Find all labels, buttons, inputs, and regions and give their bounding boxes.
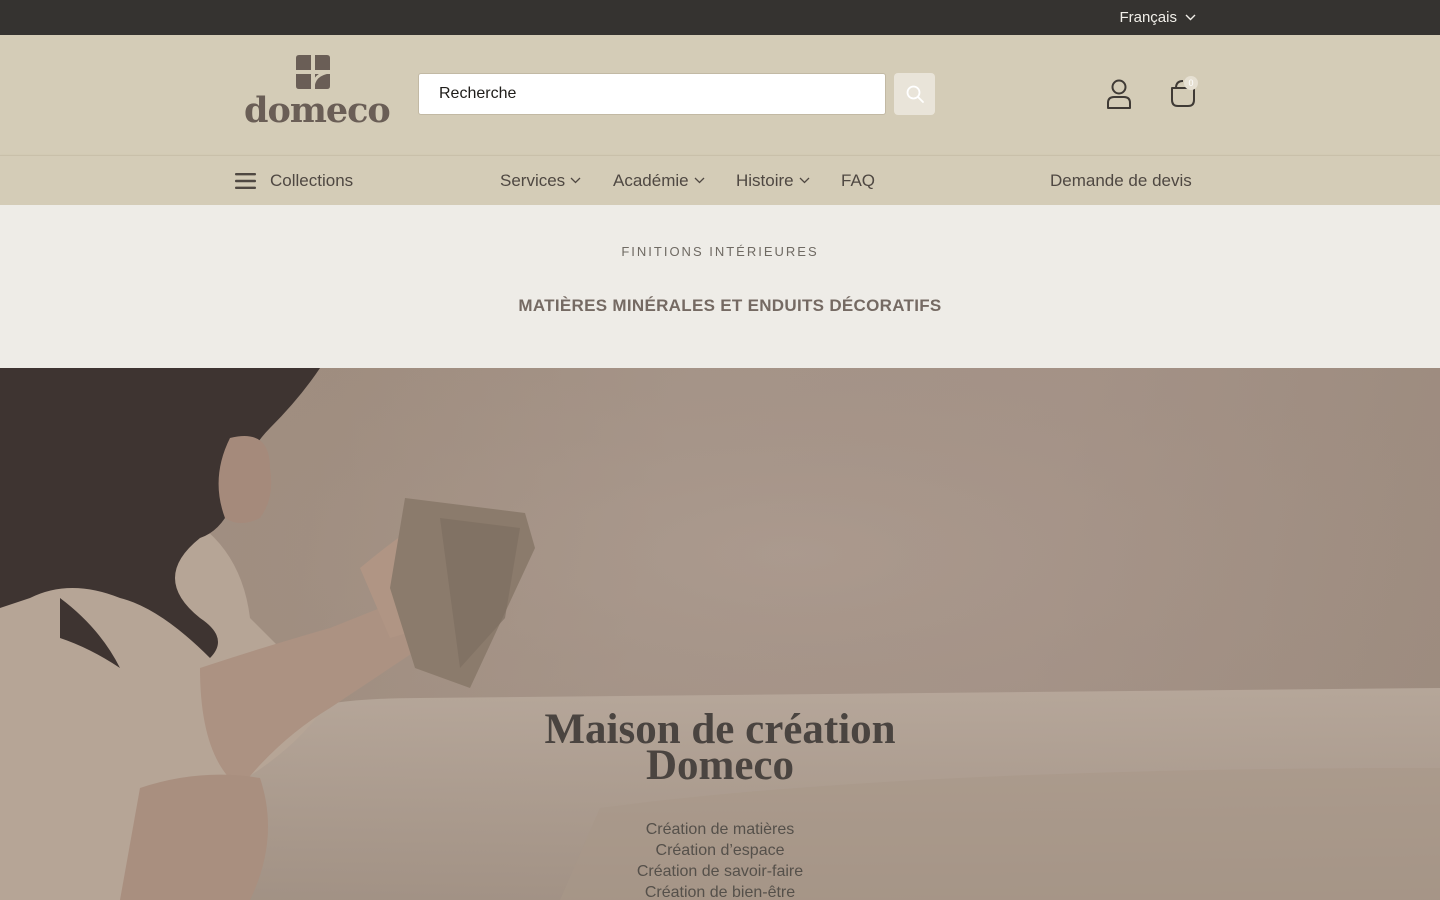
logo-mark-icon — [296, 55, 330, 89]
account-button[interactable] — [1103, 77, 1135, 111]
academie-label: Académie — [613, 170, 689, 190]
search-input[interactable] — [418, 73, 886, 115]
nav-item-histoire[interactable]: Histoire — [736, 156, 810, 205]
chevron-down-icon — [1185, 14, 1196, 21]
cart-count-badge: 0 — [1184, 76, 1198, 90]
chevron-down-icon — [570, 177, 581, 184]
nav-item-services[interactable]: Services — [500, 156, 581, 205]
hero-line: Création de bien-être — [644, 884, 796, 900]
user-icon — [1107, 79, 1131, 109]
hero-title-line: Domeco — [645, 742, 795, 789]
search-icon — [906, 85, 924, 103]
collections-menu-button[interactable]: Collections — [235, 156, 353, 205]
eyebrow-text: FINITIONS INTÉRIEURES — [621, 244, 819, 259]
chevron-down-icon — [799, 177, 810, 184]
hero-line: Création d’espace — [655, 842, 785, 859]
hero-line: Création de matières — [645, 821, 795, 838]
main-navigation: Collections Services Académie Histoire F… — [0, 155, 1440, 205]
histoire-label: Histoire — [736, 170, 794, 190]
language-label: Français — [1119, 9, 1177, 26]
search-button[interactable] — [894, 73, 935, 115]
logo[interactable]: domeco — [244, 54, 391, 134]
language-selector[interactable]: Français — [1119, 0, 1196, 35]
tagline-section: FINITIONS INTÉRIEURES MATIÈRES MINÉRALES… — [0, 205, 1440, 368]
hero-lines: Création de matières Création d’espace C… — [0, 819, 1440, 900]
subheading: MATIÈRES MINÉRALES ET ENDUITS DÉCORATIFS — [518, 296, 942, 315]
collections-label: Collections — [270, 170, 354, 190]
quote-request-link[interactable]: Demande de devis — [1050, 156, 1192, 205]
quote-label: Demande de devis — [1050, 170, 1192, 190]
hero-line: Création de savoir-faire — [636, 863, 804, 880]
cart-button[interactable]: 0 — [1166, 75, 1200, 111]
faq-label: FAQ — [841, 170, 876, 190]
top-bar: Français — [0, 0, 1440, 35]
site-header: domeco 0 — [0, 35, 1440, 155]
logo-text: domeco — [244, 90, 391, 131]
hero-title: Maison de création Domeco — [0, 708, 1440, 789]
chevron-down-icon — [694, 177, 705, 184]
nav-item-academie[interactable]: Académie — [613, 156, 705, 205]
hero-banner: Maison de création Domeco Création de ma… — [0, 368, 1440, 900]
hamburger-menu-icon — [235, 172, 256, 189]
services-label: Services — [500, 170, 566, 190]
nav-item-faq[interactable]: FAQ — [841, 156, 875, 205]
